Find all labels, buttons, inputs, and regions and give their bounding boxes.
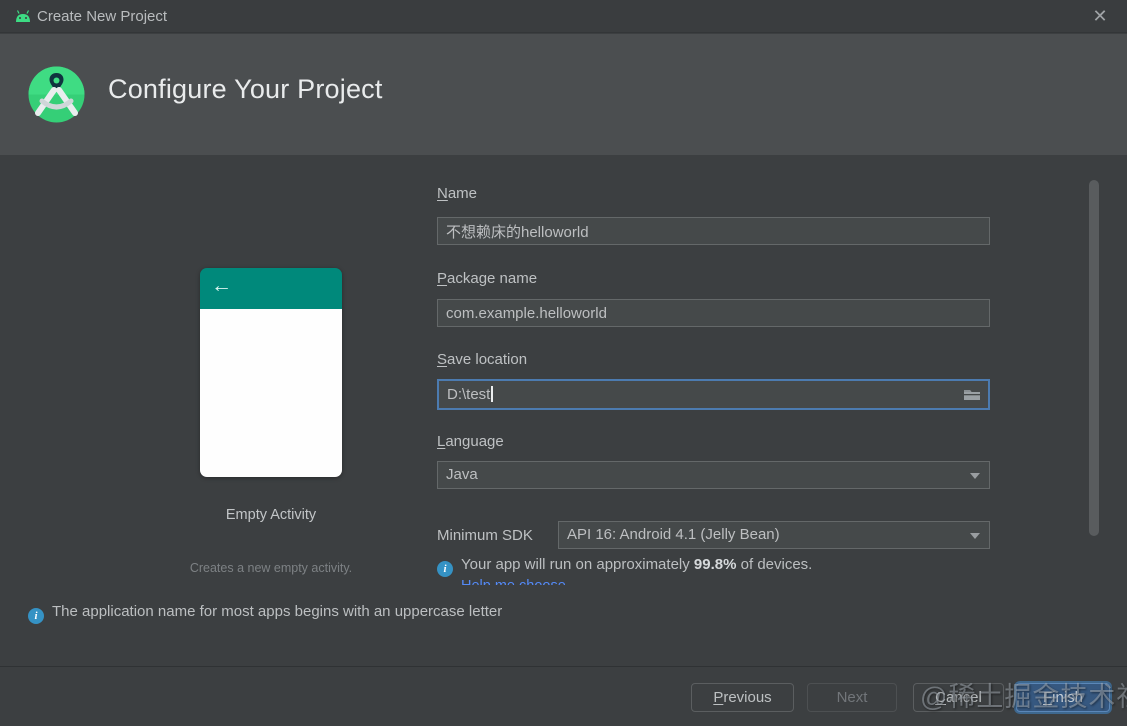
wizard-header: Configure Your Project (0, 34, 1127, 155)
window-title: Create New Project (37, 8, 168, 25)
min-sdk-select[interactable]: API 16: Android 4.1 (Jelly Bean) (558, 521, 990, 549)
template-name: Empty Activity (225, 507, 317, 523)
button-bar: Previous Next Cancel Finish @稀土掘金技术社区 (0, 666, 1127, 726)
previous-button[interactable]: Previous (691, 683, 794, 712)
name-input[interactable] (437, 217, 990, 245)
activity-preview: ← (200, 268, 342, 477)
save-location-label: Save location (437, 351, 528, 368)
template-description: Creates a new empty activity. (189, 561, 353, 575)
browse-folder-icon[interactable] (963, 387, 981, 402)
preview-appbar: ← (200, 268, 342, 309)
next-button[interactable]: Next (807, 683, 897, 712)
language-label: Language (437, 433, 504, 450)
language-select[interactable]: Java (437, 461, 990, 489)
android-head-icon (16, 10, 30, 22)
info-icon: i (437, 561, 453, 577)
app-name-hint: i The application name for most apps begi… (28, 603, 502, 624)
back-arrow-icon: ← (211, 274, 232, 297)
name-label: Name (437, 185, 478, 202)
package-name-input[interactable] (437, 299, 990, 327)
text-caret (491, 386, 493, 402)
sdk-coverage-text: i Your app will run on approximately 99.8… (437, 556, 812, 577)
android-studio-logo-icon (28, 66, 85, 123)
chevron-down-icon (970, 473, 980, 479)
page-title: Configure Your Project (108, 74, 383, 104)
close-icon[interactable]: ✕ (1086, 2, 1114, 30)
cancel-button[interactable]: Cancel (913, 683, 1004, 712)
min-sdk-label: Minimum SDK (437, 527, 533, 544)
save-location-input[interactable]: D:\test (437, 379, 990, 410)
window-titlebar: Create New Project ✕ (0, 0, 1127, 33)
info-icon: i (28, 608, 44, 624)
preview-screen (200, 309, 342, 477)
chevron-down-icon (970, 533, 980, 539)
vertical-scrollbar[interactable] (1089, 180, 1099, 536)
finish-button[interactable]: Finish (1016, 683, 1110, 712)
content-area: ← Empty Activity Creates a new empty act… (0, 155, 1127, 666)
package-name-label: Package name (437, 270, 538, 287)
help-me-choose-link-clipped[interactable]: Help me choose (461, 577, 581, 585)
